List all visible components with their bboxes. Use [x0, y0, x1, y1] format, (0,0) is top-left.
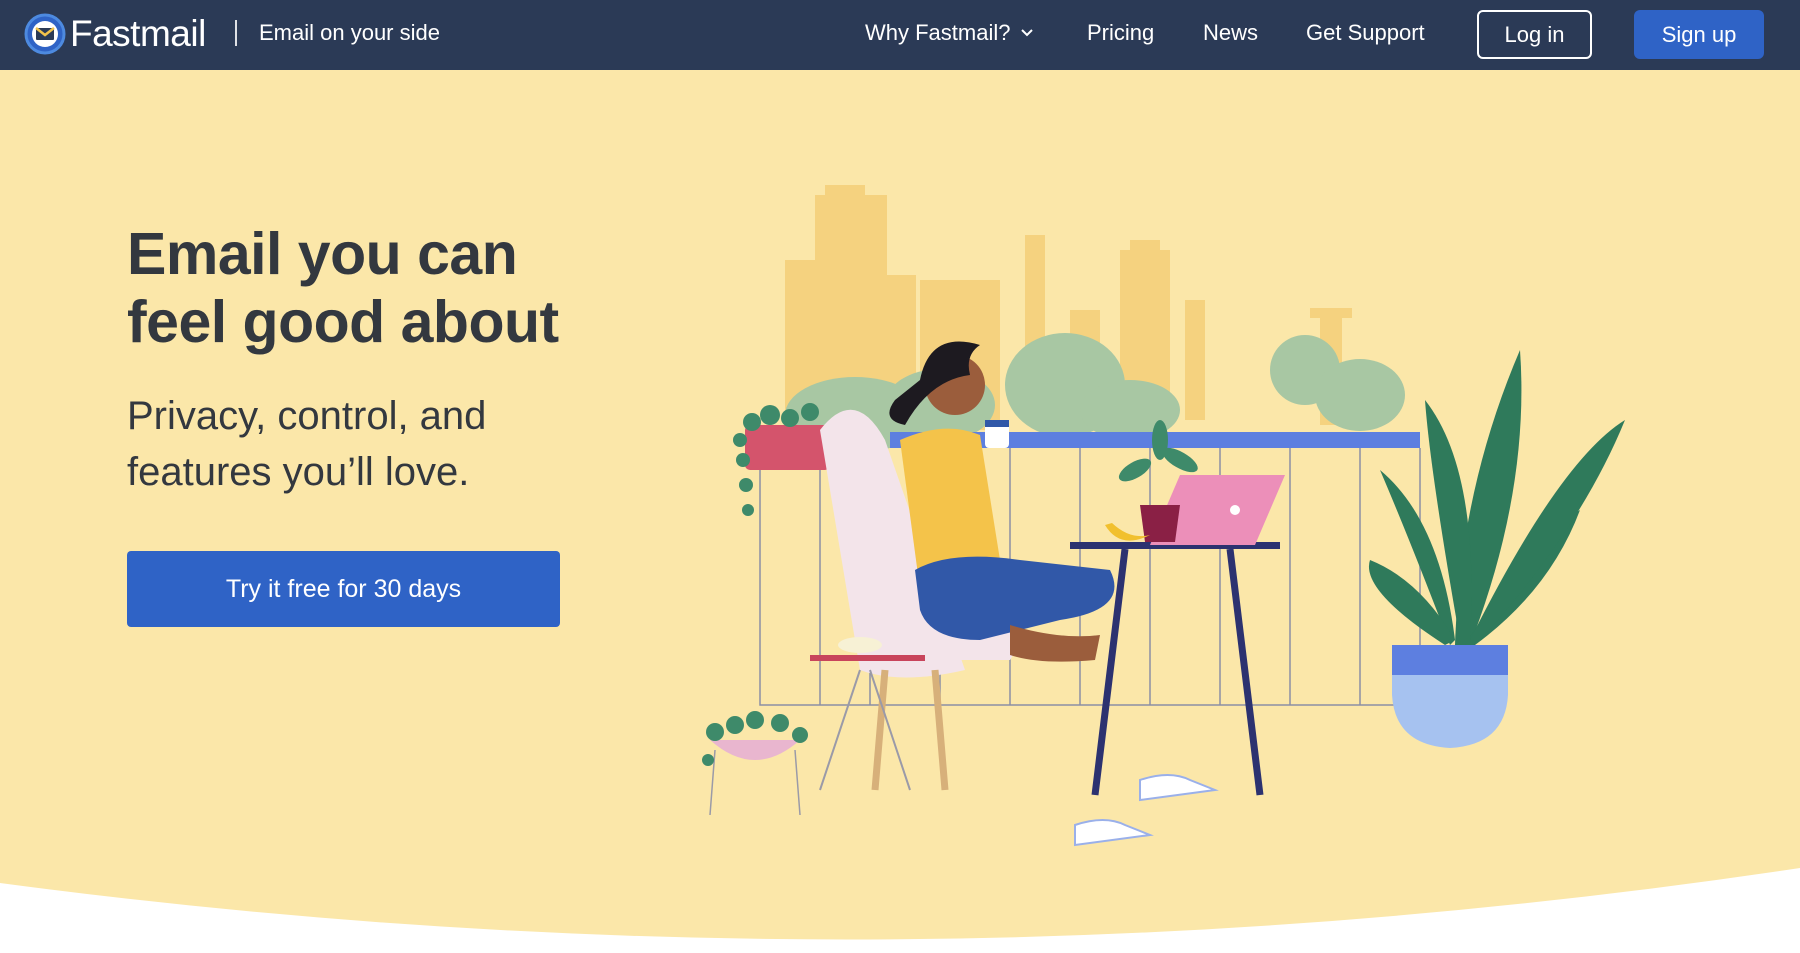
- signup-button[interactable]: Sign up: [1634, 10, 1764, 59]
- hero-headline-line-1: Email you can: [127, 221, 518, 287]
- hero-illustration: [702, 185, 1625, 847]
- hero-bottom-curve: [0, 868, 1800, 953]
- free-trial-cta-button[interactable]: Try it free for 30 days: [127, 551, 560, 627]
- hero-subheadline: Privacy, control, and features you’ll lo…: [127, 388, 607, 500]
- hero-subheadline-line-1: Privacy, control, and: [127, 394, 487, 438]
- small-plant-stand: [702, 711, 808, 816]
- nav-why-fastmail-label: Why Fastmail?: [865, 20, 1011, 45]
- hero-subheadline-line-2: features you’ll love.: [127, 450, 470, 494]
- chevron-down-icon: [1021, 29, 1034, 37]
- nav-pricing-link[interactable]: Pricing: [1087, 20, 1154, 46]
- hero-headline-line-2: feel good about: [127, 289, 559, 355]
- nav-get-support-link[interactable]: Get Support: [1306, 20, 1425, 46]
- brand-name: Fastmail: [70, 13, 206, 54]
- hero-section: Email you can feel good about Privacy, c…: [0, 70, 1800, 953]
- fastmail-logo-icon: [24, 13, 66, 55]
- brand-divider: [235, 20, 237, 46]
- nav-why-fastmail-dropdown[interactable]: Why Fastmail?: [865, 20, 1034, 46]
- nav-news-link[interactable]: News: [1203, 20, 1258, 46]
- brand-home-link[interactable]: Fastmail: [24, 12, 206, 56]
- login-button[interactable]: Log in: [1477, 10, 1592, 59]
- top-navbar: Fastmail Email on your side Why Fastmail…: [0, 0, 1800, 70]
- hero-headline: Email you can feel good about: [127, 220, 687, 356]
- large-potted-plant: [1368, 350, 1625, 748]
- brand-tagline: Email on your side: [259, 20, 440, 45]
- side-table: [810, 655, 925, 661]
